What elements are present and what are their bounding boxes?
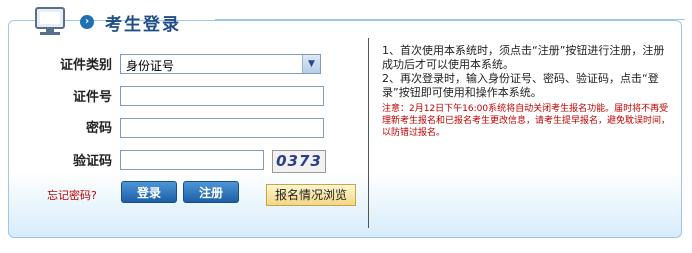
page-title: 考生登录	[105, 15, 181, 35]
id-number-input[interactable]	[120, 86, 324, 106]
header-divider	[215, 19, 685, 20]
id-number-label: 证件号	[72, 90, 112, 105]
captcha-label: 验证码	[72, 154, 112, 169]
captcha-image[interactable]: 0373	[272, 150, 326, 173]
password-label: 密码	[85, 121, 112, 136]
chevron-down-icon[interactable]: ▼	[302, 55, 320, 73]
register-button[interactable]: 注册	[183, 181, 239, 203]
login-button[interactable]: 登录	[121, 181, 177, 203]
instruction-item-1: 1、首次使用本系统时，须点击“注册”按钮进行注册，注册成功后才可以使用本系统。	[382, 44, 665, 71]
vertical-divider	[368, 38, 369, 228]
password-input[interactable]	[120, 118, 324, 138]
id-type-value: 身份证号	[126, 59, 175, 73]
forgot-password-link[interactable]: 忘记密码?	[47, 187, 97, 203]
captcha-input[interactable]	[120, 150, 264, 170]
deadline-notice: 注意：2月12日下午16:00系统将自动关闭考生报名功能。届时将不再受理新考生报…	[382, 104, 671, 138]
id-type-select[interactable]: 身份证号 ▼	[120, 54, 321, 74]
instruction-item-2: 2、再次登录时，输入身份证号、密码、验证码，点击“登录”按钮即可使用和操作本系统…	[382, 72, 659, 99]
browse-registration-button[interactable]: 报名情况浏览	[266, 184, 356, 206]
id-type-label: 证件类别	[59, 58, 112, 73]
arrow-right-icon: ›	[80, 15, 94, 29]
computer-icon	[35, 7, 65, 35]
instructions: 1、首次使用本系统时，须点击“注册”按钮进行注册，注册成功后才可以使用本系统。 …	[382, 44, 672, 139]
